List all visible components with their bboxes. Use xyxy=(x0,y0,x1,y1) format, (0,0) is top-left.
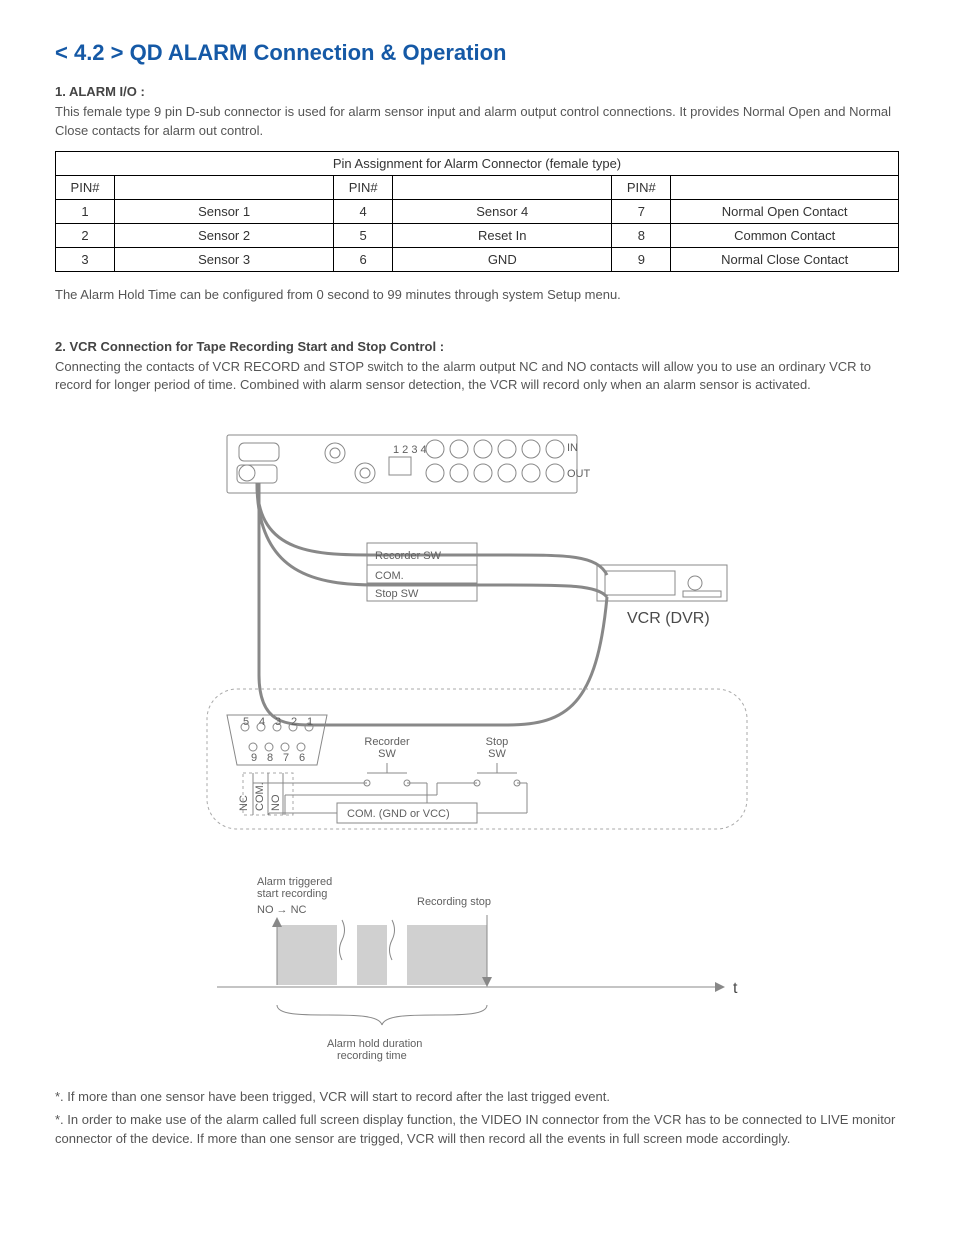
footnote-1: *. If more than one sensor have been tri… xyxy=(55,1088,899,1107)
svg-text:SW: SW xyxy=(378,748,396,760)
table-row: 1 Sensor 1 4 Sensor 4 7 Normal Open Cont… xyxy=(56,199,899,223)
svg-text:1 2 3 4: 1 2 3 4 xyxy=(393,444,427,456)
section2-para: Connecting the contacts of VCR RECORD an… xyxy=(55,358,899,396)
table-row: 2 Sensor 2 5 Reset In 8 Common Contact xyxy=(56,223,899,247)
svg-text:6: 6 xyxy=(299,752,305,764)
table-header: PIN# xyxy=(334,175,393,199)
svg-text:7: 7 xyxy=(283,752,289,764)
cell: Sensor 2 xyxy=(115,223,334,247)
cell: Sensor 3 xyxy=(115,247,334,271)
label-com-line: COM. (GND or VCC) xyxy=(347,808,450,820)
svg-text:Alarm triggered: Alarm triggered xyxy=(257,876,332,888)
section2-head: 2. VCR Connection for Tape Recording Sta… xyxy=(55,339,899,354)
svg-text:recording time: recording time xyxy=(337,1050,407,1062)
cell: Sensor 4 xyxy=(393,199,612,223)
table-header xyxy=(115,175,334,199)
svg-text:Recorder: Recorder xyxy=(364,736,410,748)
svg-text:1: 1 xyxy=(307,716,313,728)
cell: 6 xyxy=(334,247,393,271)
label-recstop: Recording stop xyxy=(417,896,491,908)
label-t-axis: t xyxy=(733,980,738,997)
table-caption: Pin Assignment for Alarm Connector (fema… xyxy=(56,151,899,175)
svg-text:8: 8 xyxy=(267,752,273,764)
table-row: PIN# PIN# PIN# xyxy=(56,175,899,199)
table-row: 3 Sensor 3 6 GND 9 Normal Close Contact xyxy=(56,247,899,271)
cell: Sensor 1 xyxy=(115,199,334,223)
table-header xyxy=(671,175,899,199)
svg-text:2: 2 xyxy=(291,716,297,728)
cell: Normal Close Contact xyxy=(671,247,899,271)
table-row: Pin Assignment for Alarm Connector (fema… xyxy=(56,151,899,175)
cell: 7 xyxy=(612,199,671,223)
svg-text:SW: SW xyxy=(488,748,506,760)
section1-para: This female type 9 pin D-sub connector i… xyxy=(55,103,899,141)
cell: 4 xyxy=(334,199,393,223)
table-header xyxy=(393,175,612,199)
cell: 9 xyxy=(612,247,671,271)
label-no: NO xyxy=(270,794,282,811)
table-header: PIN# xyxy=(56,175,115,199)
svg-text:3: 3 xyxy=(275,716,281,728)
label-no-nc: NO → NC xyxy=(257,904,307,916)
svg-text:OUT: OUT xyxy=(567,468,591,480)
svg-text:4: 4 xyxy=(259,716,265,728)
diagram-svg: .thin { stroke:#888; stroke-width:1; fil… xyxy=(197,425,757,1065)
label-vcr: VCR (DVR) xyxy=(627,610,710,627)
table-header: PIN# xyxy=(612,175,671,199)
pin-assignment-table: Pin Assignment for Alarm Connector (fema… xyxy=(55,151,899,272)
cell: Normal Open Contact xyxy=(671,199,899,223)
cell: 3 xyxy=(56,247,115,271)
cell: GND xyxy=(393,247,612,271)
footnote-2: *. In order to make use of the alarm cal… xyxy=(55,1111,899,1149)
section1-head: 1. ALARM I/O : xyxy=(55,84,899,99)
page-title: < 4.2 > QD ALARM Connection & Operation xyxy=(55,40,899,66)
label-recorder-sw: Recorder SW xyxy=(375,550,442,562)
svg-text:Alarm hold duration: Alarm hold duration xyxy=(327,1038,422,1050)
svg-text:start recording: start recording xyxy=(257,888,327,900)
cell: 2 xyxy=(56,223,115,247)
cell: 1 xyxy=(56,199,115,223)
svg-text:IN: IN xyxy=(567,442,578,454)
label-com-top: COM. xyxy=(375,570,404,582)
cell: 5 xyxy=(334,223,393,247)
label-com-pin: COM. xyxy=(254,782,266,811)
label-nc: NC xyxy=(238,795,250,811)
connection-diagram: .thin { stroke:#888; stroke-width:1; fil… xyxy=(55,425,899,1068)
svg-text:5: 5 xyxy=(243,716,249,728)
hold-note: The Alarm Hold Time can be configured fr… xyxy=(55,286,899,305)
label-stop-sw: Stop SW xyxy=(375,588,419,600)
cell: Reset In xyxy=(393,223,612,247)
cell: Common Contact xyxy=(671,223,899,247)
svg-text:Stop: Stop xyxy=(486,736,509,748)
cell: 8 xyxy=(612,223,671,247)
svg-text:9: 9 xyxy=(251,752,257,764)
